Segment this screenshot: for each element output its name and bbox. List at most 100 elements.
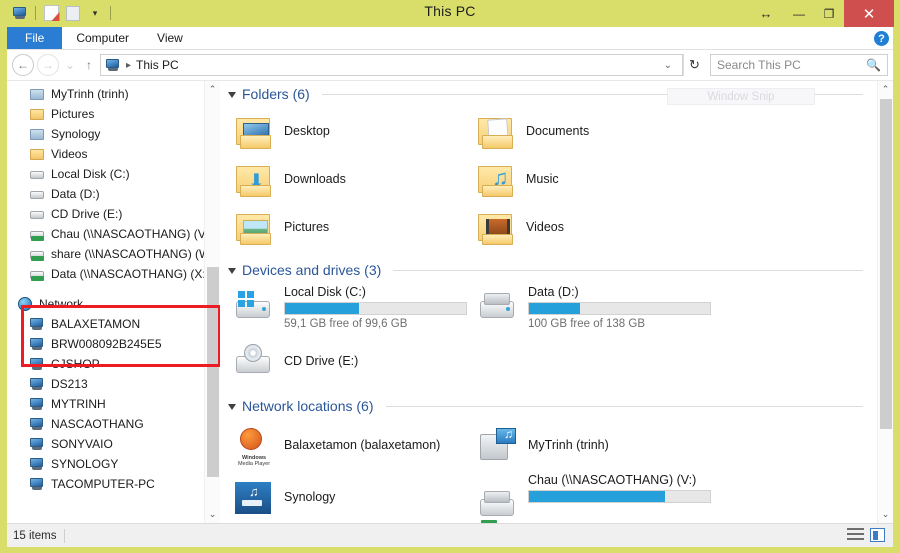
drive-item-local-disk-c[interactable]: Local Disk (C:) 59,1 GB free of 99,6 GB xyxy=(230,283,474,335)
collapse-triangle-icon[interactable] xyxy=(228,404,236,410)
capacity-bar xyxy=(284,302,467,315)
folder-label: Documents xyxy=(526,124,590,138)
restore-size-icon[interactable]: ↔ xyxy=(748,0,784,27)
group-rule xyxy=(321,93,863,95)
main-scrollbar[interactable]: ⌃ ⌄ xyxy=(877,81,893,523)
folder-item-pictures[interactable]: Pictures xyxy=(230,203,472,251)
network-item-mytrinh[interactable]: ♫ MyTrinh (trinh) xyxy=(474,419,718,471)
folder-item-videos[interactable]: Videos xyxy=(472,203,714,251)
breadcrumb-separator: ▸ xyxy=(126,59,132,71)
computer-icon xyxy=(29,416,45,432)
sidebar-item-label: SONYVAIO xyxy=(51,437,113,451)
maximize-button[interactable]: ❐ xyxy=(814,0,844,27)
videos-folder-icon xyxy=(476,207,516,247)
tab-computer[interactable]: Computer xyxy=(62,27,143,49)
network-info: MyTrinh (trinh) xyxy=(528,436,609,455)
sidebar-item-local-disk-c[interactable]: Local Disk (C:) xyxy=(7,164,220,184)
sidebar-item-ds213[interactable]: DS213 xyxy=(7,374,220,394)
sidebar-item-nascaothang[interactable]: NASCAOTHANG xyxy=(7,414,220,434)
network-label: Balaxetamon (balaxetamon) xyxy=(284,437,441,452)
pictures-folder-icon xyxy=(29,106,45,122)
recent-locations-button[interactable]: ⌄ xyxy=(62,54,78,76)
sidebar-item-synology[interactable]: Synology xyxy=(7,124,220,144)
sidebar-item-label: BRW008092B245E5 xyxy=(51,337,162,351)
sidebar-item-network-root[interactable]: Network xyxy=(7,294,220,314)
forward-button[interactable]: → xyxy=(37,54,59,76)
search-input[interactable]: Search This PC 🔍 xyxy=(710,54,888,76)
ribbon-tab-bar: File Computer View chevron-down-icon ? xyxy=(7,27,893,50)
sidebar-item-sonyvaio[interactable]: SONYVAIO xyxy=(7,434,220,454)
minimize-button[interactable]: — xyxy=(784,0,814,27)
sidebar-item-brw008092b245e5[interactable]: BRW008092B245E5 xyxy=(7,334,220,354)
refresh-button[interactable]: ↻ xyxy=(683,54,705,76)
drive-icon xyxy=(29,186,45,202)
this-pc-icon[interactable] xyxy=(105,57,121,73)
sidebar-item-share-w[interactable]: share (\\NASCAOTHANG) (W:) xyxy=(7,244,220,264)
folder-label: Downloads xyxy=(284,172,346,186)
folder-item-desktop[interactable]: Desktop xyxy=(230,107,472,155)
group-header-folders[interactable]: Folders (6) xyxy=(220,81,877,107)
network-item-chau-v[interactable]: Chau (\\NASCAOTHANG) (V:) xyxy=(474,471,718,523)
sidebar-item-mytrinh[interactable]: MyTrinh (trinh) xyxy=(7,84,220,104)
folder-item-music[interactable]: ♫ Music xyxy=(472,155,714,203)
sidebar-item-videos[interactable]: Videos xyxy=(7,144,220,164)
close-button[interactable]: ✕ xyxy=(844,0,894,27)
sidebar-item-label: CJSHOP xyxy=(51,357,100,371)
documents-folder-icon xyxy=(476,111,516,151)
help-icon[interactable]: ? xyxy=(874,31,889,46)
group-title: Folders (6) xyxy=(242,86,310,102)
breadcrumb-this-pc[interactable]: This PC xyxy=(136,58,179,72)
tab-file[interactable]: File xyxy=(7,27,63,49)
sidebar-item-tacomputer-pc[interactable]: TACOMPUTER-PC xyxy=(7,474,220,494)
group-header-network-locations[interactable]: Network locations (6) xyxy=(220,393,877,419)
sidebar-item-label: Data (D:) xyxy=(51,187,100,201)
sidebar-item-synology-net[interactable]: SYNOLOGY xyxy=(7,454,220,474)
sidebar-item-label: Data (\\NASCAOTHANG) (X:) xyxy=(51,267,210,281)
folder-item-documents[interactable]: Documents xyxy=(472,107,714,155)
sidebar-scroll-thumb[interactable] xyxy=(207,267,219,477)
main-scroll-thumb[interactable] xyxy=(880,99,892,429)
main-scroll-down-button[interactable]: ⌄ xyxy=(878,506,893,523)
sidebar-item-mytrinh-net[interactable]: MYTRINH xyxy=(7,394,220,414)
computer-icon xyxy=(29,356,45,372)
drive-item-cd-drive-e[interactable]: CD Drive (E:) xyxy=(230,335,474,387)
up-button[interactable]: ↑ xyxy=(81,54,97,76)
back-button[interactable]: ← xyxy=(12,54,34,76)
sidebar-item-balaxetamon[interactable]: BALAXETAMON xyxy=(7,314,220,334)
sidebar-item-data-d[interactable]: Data (D:) xyxy=(7,184,220,204)
windows-drive-icon xyxy=(29,166,45,182)
folder-label: Pictures xyxy=(284,220,330,234)
drive-item-data-d[interactable]: Data (D:) 100 GB free of 138 GB xyxy=(474,283,718,335)
collapse-triangle-icon[interactable] xyxy=(228,92,236,98)
folders-tile-grid: Desktop Documents ⬇ Downloads ♫ Music Pi… xyxy=(220,107,877,251)
details-view-button[interactable] xyxy=(847,528,864,543)
sidebar-item-chau-v[interactable]: Chau (\\NASCAOTHANG) (V:) xyxy=(7,224,220,244)
large-icons-view-button[interactable] xyxy=(870,528,887,543)
sidebar-item-data-x[interactable]: Data (\\NASCAOTHANG) (X:) xyxy=(7,264,220,284)
network-item-synology[interactable]: ♫ Synology xyxy=(230,471,474,523)
group-rule xyxy=(393,269,863,271)
title-bar: ▾ This PC ↔ — ❐ ✕ xyxy=(6,0,894,27)
network-label: MyTrinh (trinh) xyxy=(528,437,609,452)
tab-view[interactable]: View xyxy=(143,27,197,49)
collapse-triangle-icon[interactable] xyxy=(228,268,236,274)
sidebar-item-cjshop[interactable]: CJSHOP xyxy=(7,354,220,374)
sidebar-scroll-up-button[interactable]: ⌃ xyxy=(205,81,220,98)
wmp-caption-line2: Media Player xyxy=(237,461,271,468)
group-header-devices[interactable]: Devices and drives (3) xyxy=(220,257,877,283)
sidebar-item-cd-drive-e[interactable]: CD Drive (E:) xyxy=(7,204,220,224)
sidebar-scrollbar[interactable]: ⌃ ⌄ xyxy=(204,81,220,523)
network-item-balaxetamon[interactable]: Windows Media Player Balaxetamon (balaxe… xyxy=(230,419,474,471)
sidebar-item-label: Chau (\\NASCAOTHANG) (V:) xyxy=(51,227,213,241)
address-dropdown-chevron-icon[interactable]: ⌄ xyxy=(658,60,678,71)
sidebar-scroll-down-button[interactable]: ⌄ xyxy=(205,506,220,523)
videos-folder-icon xyxy=(29,146,45,162)
breadcrumb: ▸ This PC xyxy=(105,57,179,73)
sidebar-item-label: Local Disk (C:) xyxy=(51,167,130,181)
main-scroll-up-button[interactable]: ⌃ xyxy=(878,81,893,98)
search-icon[interactable]: 🔍 xyxy=(866,58,881,72)
address-bar[interactable]: ▸ This PC ⌄ xyxy=(100,54,683,76)
music-folder-icon: ♫ xyxy=(476,159,516,199)
folder-item-downloads[interactable]: ⬇ Downloads xyxy=(230,155,472,203)
sidebar-item-pictures[interactable]: Pictures xyxy=(7,104,220,124)
